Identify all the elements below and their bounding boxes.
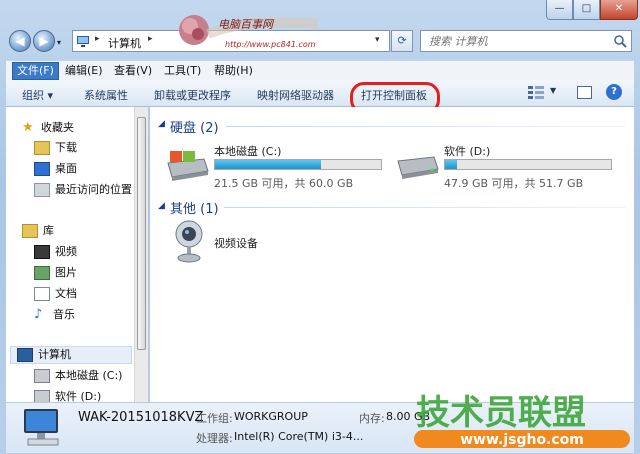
nav-videos[interactable]: 视频	[34, 244, 77, 260]
nav-scrollbar-thumb[interactable]	[137, 117, 146, 350]
group-header-other[interactable]: 其他 (1)	[170, 198, 219, 217]
breadcrumb-computer[interactable]: 计算机	[108, 35, 141, 51]
menu-file[interactable]: 文件(F)	[12, 62, 59, 80]
nav-libraries[interactable]: 库	[22, 223, 54, 239]
processor-value: Intel(R) Core(TM) i3-4...	[234, 430, 364, 443]
videos-icon	[34, 245, 50, 259]
drive-tile-d[interactable]: 软件 (D:) 47.9 GB 可用，共 51.7 GB	[394, 143, 624, 193]
drive-usage-fill	[215, 160, 322, 169]
watermark-url: http://www.pc841.com	[225, 40, 316, 49]
collapse-icon[interactable]: ◢	[158, 201, 165, 211]
desktop-icon	[34, 162, 50, 176]
close-button[interactable]: ✕	[600, 0, 638, 20]
workgroup-value: WORKGROUP	[234, 410, 308, 423]
menu-view[interactable]: 查看(V)	[110, 63, 156, 79]
star-icon: ★	[22, 120, 34, 135]
change-view-icon[interactable]	[528, 86, 544, 100]
refresh-button[interactable]: ⟳	[391, 30, 413, 52]
arrow-right-icon: ▶	[39, 34, 49, 48]
workgroup-label: 工作组:	[196, 412, 233, 425]
drive-icon	[34, 369, 50, 383]
nav-documents[interactable]: 文档	[34, 286, 77, 302]
menu-help[interactable]: 帮助(H)	[210, 63, 257, 79]
refresh-icon: ⟳	[397, 34, 407, 47]
watermark-title: 电脑百事网	[218, 18, 275, 31]
explorer-window: — □ ✕ ◀ ▶ ▾ ▸ 计算机 ▸ ▾ ⟳ 电脑百事网 http://www…	[0, 0, 640, 454]
breadcrumb-separator[interactable]: ▸	[95, 34, 100, 44]
group-divider	[224, 207, 626, 208]
preview-pane-button[interactable]	[577, 86, 592, 99]
recent-places-icon	[34, 183, 50, 197]
nav-recent-places[interactable]: 最近访问的位置	[34, 182, 132, 198]
computer-icon	[24, 409, 59, 446]
back-button[interactable]: ◀	[9, 30, 31, 52]
view-dropdown-icon[interactable]: ▼	[550, 86, 556, 95]
drive-usage-text: 21.5 GB 可用，共 60.0 GB	[214, 177, 354, 190]
maximize-button[interactable]: □	[573, 0, 600, 20]
libraries-icon	[22, 224, 38, 238]
drive-usage-bar	[444, 159, 612, 170]
music-icon: ♪	[34, 307, 43, 322]
nav-favorites[interactable]: ★ 收藏夹	[22, 120, 74, 136]
help-button[interactable]: ?	[606, 84, 622, 100]
search-input[interactable]	[429, 35, 609, 48]
group-divider	[226, 126, 626, 127]
title-bar	[6, 6, 48, 18]
drive-usage-text: 47.9 GB 可用，共 51.7 GB	[444, 177, 584, 190]
watermark-site-url: www.jsgho.com	[460, 432, 584, 448]
computer-name: WAK-20151018KVZ	[78, 410, 204, 425]
nav-local-disk-c[interactable]: 本地磁盘 (C:)	[34, 368, 122, 384]
nav-computer[interactable]: 计算机	[10, 346, 132, 364]
menu-edit[interactable]: 编辑(E)	[61, 63, 107, 79]
drive-icon	[167, 151, 209, 181]
memory-label: 内存:	[359, 412, 385, 425]
breadcrumb-separator[interactable]: ▸	[148, 34, 153, 44]
drive-icon	[397, 156, 439, 179]
webcam-icon	[175, 220, 203, 263]
menu-bar: 文件(F) 编辑(E) 查看(V) 工具(T) 帮助(H)	[6, 60, 634, 81]
video-device-item[interactable]: 视频设备	[172, 219, 312, 267]
menu-tools[interactable]: 工具(T)	[160, 63, 205, 79]
nav-scrollbar[interactable]	[134, 107, 148, 402]
search-icon[interactable]	[613, 34, 627, 48]
nav-desktop[interactable]: 桌面	[34, 161, 77, 177]
nav-downloads[interactable]: 下载	[34, 140, 77, 156]
group-header-hard-drives[interactable]: 硬盘 (2)	[170, 117, 219, 136]
organize-button[interactable]: 组织 ▾	[22, 87, 53, 103]
computer-icon	[17, 348, 33, 362]
arrow-left-icon: ◀	[15, 34, 25, 48]
drive-usage-bar	[214, 159, 382, 170]
drive-name: 本地磁盘 (C:)	[214, 145, 282, 158]
content-pane: ◢ 硬盘 (2) 本地磁盘 (C:) 21.5 GB 可用，共 60.0 GB …	[150, 107, 634, 402]
uninstall-program-button[interactable]: 卸载或更改程序	[154, 87, 231, 103]
drive-name: 软件 (D:)	[444, 145, 491, 158]
drive-usage-fill	[445, 160, 457, 169]
collapse-icon[interactable]: ◢	[158, 119, 165, 129]
video-device-label: 视频设备	[214, 237, 258, 250]
address-dropdown[interactable]: ▾	[375, 35, 380, 45]
nav-pictures[interactable]: 图片	[34, 265, 77, 281]
minimize-button[interactable]: —	[546, 0, 573, 20]
pictures-icon	[34, 266, 50, 280]
processor-label: 处理器:	[196, 432, 233, 445]
downloads-folder-icon	[34, 141, 50, 155]
documents-icon	[34, 287, 50, 301]
system-properties-button[interactable]: 系统属性	[84, 87, 128, 103]
watermark-brand: 技术员联盟	[416, 393, 586, 433]
forward-button[interactable]: ▶	[33, 30, 55, 52]
nav-music[interactable]: ♪ 音乐	[34, 307, 75, 323]
computer-icon	[77, 36, 89, 47]
search-box[interactable]	[420, 30, 632, 52]
drive-tile-c[interactable]: 本地磁盘 (C:) 21.5 GB 可用，共 60.0 GB	[164, 143, 394, 193]
site-watermark-logo: 技术员联盟 www.jsgho.com	[414, 393, 630, 448]
recent-pages-dropdown[interactable]: ▾	[57, 38, 67, 48]
map-network-drive-button[interactable]: 映射网络驱动器	[257, 87, 334, 103]
